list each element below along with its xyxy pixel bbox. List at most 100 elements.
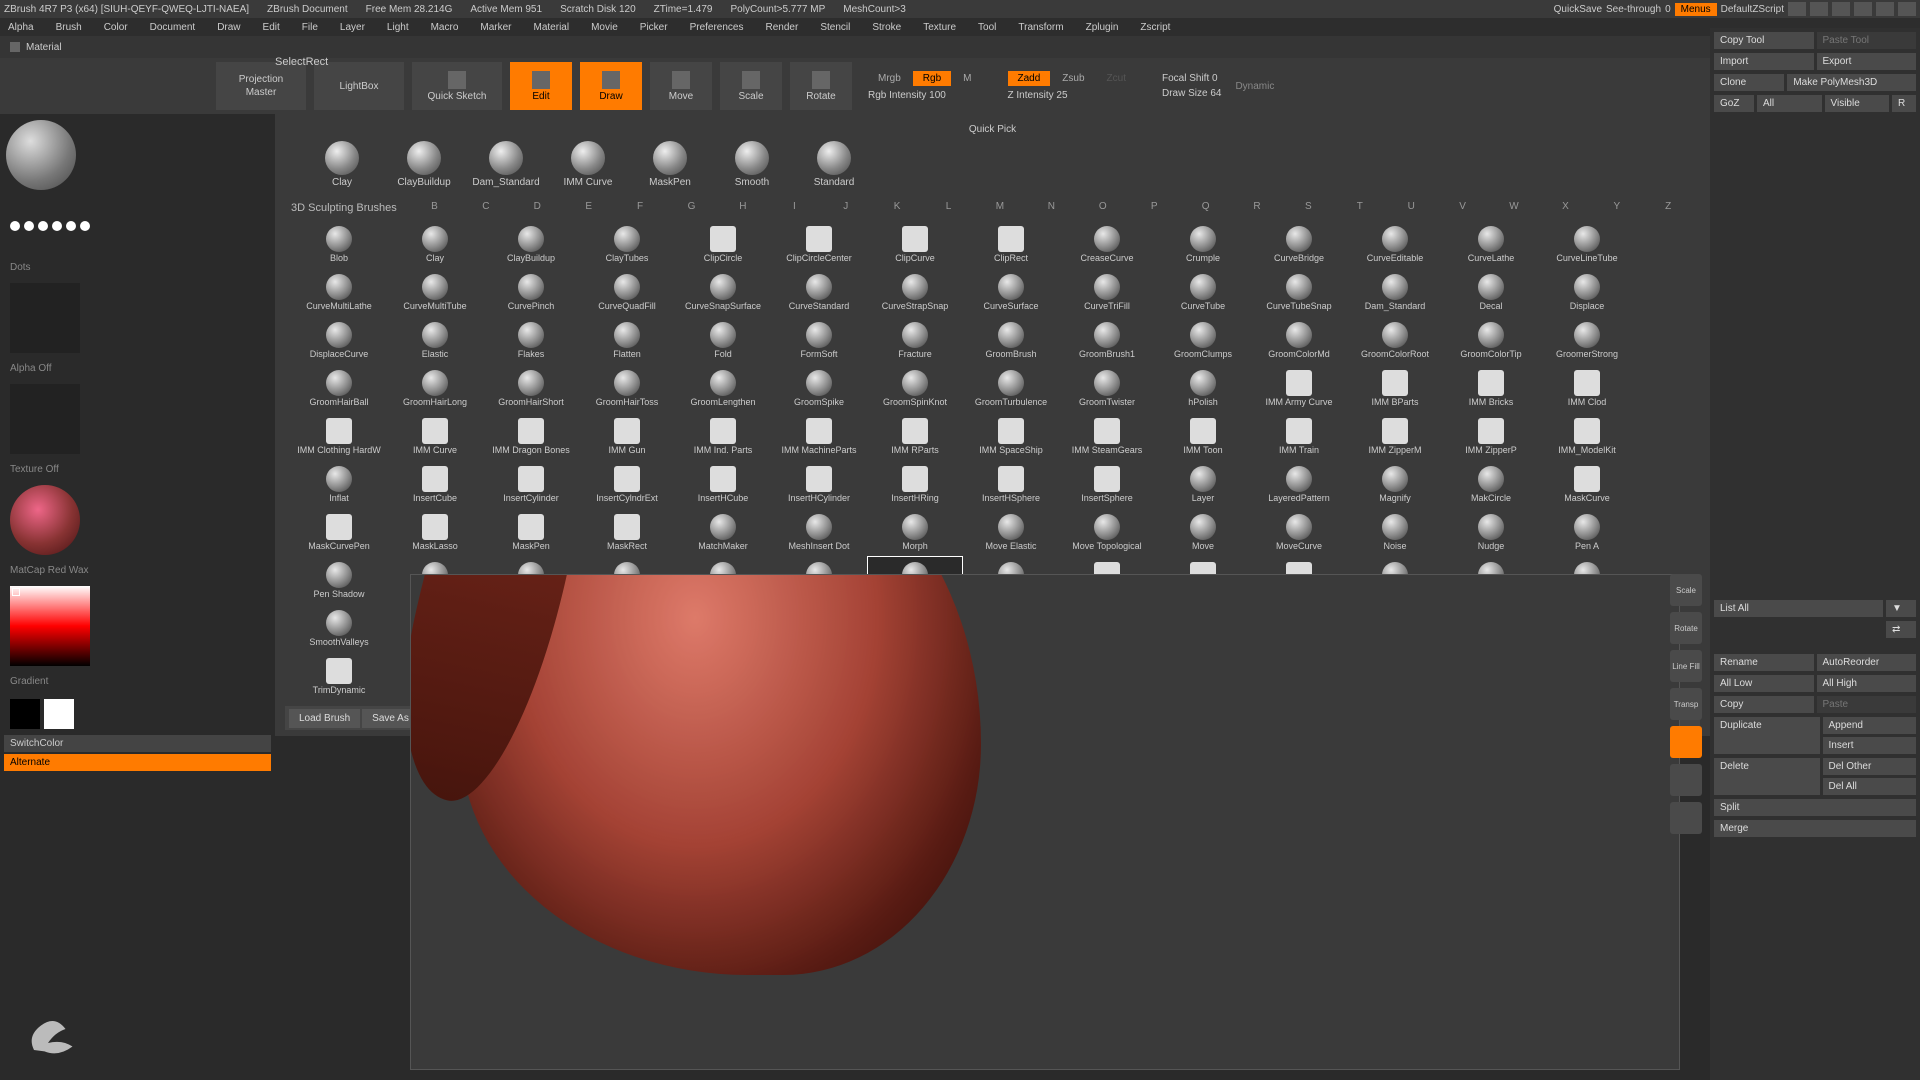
vp-dynamic-button[interactable] (1670, 726, 1702, 758)
brush-imm-dragon-bones[interactable]: IMM Dragon Bones (483, 412, 579, 460)
dynamic-toggle[interactable]: Dynamic (1235, 81, 1274, 92)
brush-curvesnapsurface[interactable]: CurveSnapSurface (675, 268, 771, 316)
menu-alpha[interactable]: Alpha (8, 22, 34, 33)
stroke-dots[interactable] (0, 196, 275, 256)
edit-button[interactable]: Edit (510, 62, 572, 110)
alpha-filter-F[interactable]: F (614, 201, 665, 212)
brush-trimdynamic[interactable]: TrimDynamic (291, 652, 387, 700)
brush-curvestrapsnap[interactable]: CurveStrapSnap (867, 268, 963, 316)
autoreorder-button[interactable]: AutoReorder (1817, 654, 1917, 671)
brush-groomcolorroot[interactable]: GroomColorRoot (1347, 316, 1443, 364)
brush-fracture[interactable]: Fracture (867, 316, 963, 364)
vp-scale-button[interactable]: Scale (1670, 574, 1702, 606)
brush-creasecurve[interactable]: CreaseCurve (1059, 220, 1155, 268)
brush-fold[interactable]: Fold (675, 316, 771, 364)
brush-layer[interactable]: Layer (1155, 460, 1251, 508)
brush-maskcurve[interactable]: MaskCurve (1539, 460, 1635, 508)
vp-silhouette-button[interactable] (1670, 764, 1702, 796)
brush-curvebridge[interactable]: CurveBridge (1251, 220, 1347, 268)
alpha-filter-G[interactable]: G (666, 201, 717, 212)
brush-groomhairshort[interactable]: GroomHairShort (483, 364, 579, 412)
brush-imm-toon[interactable]: IMM Toon (1155, 412, 1251, 460)
brush-curvetubesnap[interactable]: CurveTubeSnap (1251, 268, 1347, 316)
projection-master-button[interactable]: Projection Master (216, 62, 306, 110)
merge-button[interactable]: Merge (1714, 820, 1916, 837)
brush-groombrush1[interactable]: GroomBrush1 (1059, 316, 1155, 364)
alpha-filter-R[interactable]: R (1231, 201, 1282, 212)
brush-matchmaker[interactable]: MatchMaker (675, 508, 771, 556)
zcut-button[interactable]: Zcut (1097, 71, 1136, 86)
menu-render[interactable]: Render (766, 22, 799, 33)
mrgb-button[interactable]: Mrgb (868, 71, 911, 86)
rename-button[interactable]: Rename (1714, 654, 1814, 671)
brush-imm-clod[interactable]: IMM Clod (1539, 364, 1635, 412)
brush-move-elastic[interactable]: Move Elastic (963, 508, 1059, 556)
brush-curvelinetube[interactable]: CurveLineTube (1539, 220, 1635, 268)
alpha-filter-E[interactable]: E (563, 201, 614, 212)
rgb-button[interactable]: Rgb (913, 71, 951, 86)
alpha-filter-C[interactable]: C (460, 201, 511, 212)
brush-groomhairball[interactable]: GroomHairBall (291, 364, 387, 412)
menu-picker[interactable]: Picker (640, 22, 668, 33)
window-btn-3[interactable] (1832, 2, 1850, 16)
make-polymesh-button[interactable]: Make PolyMesh3D (1787, 74, 1916, 91)
brush-move-topological[interactable]: Move Topological (1059, 508, 1155, 556)
alpha-preview[interactable] (10, 283, 80, 353)
alpha-filter-U[interactable]: U (1386, 201, 1437, 212)
z-intensity-slider[interactable]: Z Intensity 25 (1008, 90, 1136, 101)
split-button[interactable]: Split (1714, 799, 1916, 816)
alpha-filter-W[interactable]: W (1488, 201, 1539, 212)
alpha-filter-B[interactable]: B (409, 201, 460, 212)
brush-curvetrifill[interactable]: CurveTriFill (1059, 268, 1155, 316)
brush-imm-army-curve[interactable]: IMM Army Curve (1251, 364, 1347, 412)
copy-subtool-button[interactable]: Copy (1714, 696, 1814, 713)
menus-toggle[interactable]: Menus (1675, 3, 1717, 16)
quicksave-button[interactable]: QuickSave (1554, 4, 1602, 15)
brush-curvequadfill[interactable]: CurveQuadFill (579, 268, 675, 316)
export-button[interactable]: Export (1817, 53, 1917, 70)
list-all-button[interactable]: List All (1714, 600, 1883, 617)
goz-all-button[interactable]: All (1757, 95, 1822, 112)
delete-button[interactable]: Delete (1714, 758, 1820, 795)
brush-displacecurve[interactable]: DisplaceCurve (291, 316, 387, 364)
menu-draw[interactable]: Draw (217, 22, 240, 33)
current-brush-preview[interactable] (6, 120, 76, 190)
brush-groomerstrong[interactable]: GroomerStrong (1539, 316, 1635, 364)
clone-tool-button[interactable]: Clone (1714, 74, 1784, 91)
brush-layeredpattern[interactable]: LayeredPattern (1251, 460, 1347, 508)
menu-edit[interactable]: Edit (263, 22, 280, 33)
brush-move[interactable]: Move (1155, 508, 1251, 556)
brush-curvesurface[interactable]: CurveSurface (963, 268, 1059, 316)
all-low-button[interactable]: All Low (1714, 675, 1814, 692)
alpha-filter-I[interactable]: I (769, 201, 820, 212)
brush-inserthcube[interactable]: InsertHCube (675, 460, 771, 508)
alpha-filter-Z[interactable]: Z (1643, 201, 1694, 212)
brush-magnify[interactable]: Magnify (1347, 460, 1443, 508)
brush-groomcolortip[interactable]: GroomColorTip (1443, 316, 1539, 364)
brush-imm-steamgears[interactable]: IMM SteamGears (1059, 412, 1155, 460)
alpha-filter-K[interactable]: K (871, 201, 922, 212)
menu-document[interactable]: Document (150, 22, 196, 33)
brush-curvetube[interactable]: CurveTube (1155, 268, 1251, 316)
draw-button[interactable]: Draw (580, 62, 642, 110)
brush-imm-modelkit[interactable]: IMM_ModelKit (1539, 412, 1635, 460)
all-high-button[interactable]: All High (1817, 675, 1917, 692)
brush-flakes[interactable]: Flakes (483, 316, 579, 364)
brush-clay[interactable]: Clay (387, 220, 483, 268)
brush-displace[interactable]: Displace (1539, 268, 1635, 316)
brush-groomtwister[interactable]: GroomTwister (1059, 364, 1155, 412)
vp-rotate-button[interactable]: Rotate (1670, 612, 1702, 644)
menu-marker[interactable]: Marker (480, 22, 511, 33)
alpha-filter-D[interactable]: D (512, 201, 563, 212)
menu-color[interactable]: Color (104, 22, 128, 33)
brush-insertcube[interactable]: InsertCube (387, 460, 483, 508)
append-button[interactable]: Append (1823, 717, 1917, 734)
menu-layer[interactable]: Layer (340, 22, 365, 33)
quickpick-claybuildup[interactable]: ClayBuildup (397, 141, 451, 188)
brush-curvemultitube[interactable]: CurveMultiTube (387, 268, 483, 316)
focal-shift-slider[interactable]: Focal Shift 0 (1162, 73, 1221, 84)
paste-subtool-button[interactable]: Paste (1817, 696, 1917, 713)
brush-imm-bricks[interactable]: IMM Bricks (1443, 364, 1539, 412)
brush-blob[interactable]: Blob (291, 220, 387, 268)
list-arrow-swap[interactable]: ⇄ (1886, 621, 1916, 638)
